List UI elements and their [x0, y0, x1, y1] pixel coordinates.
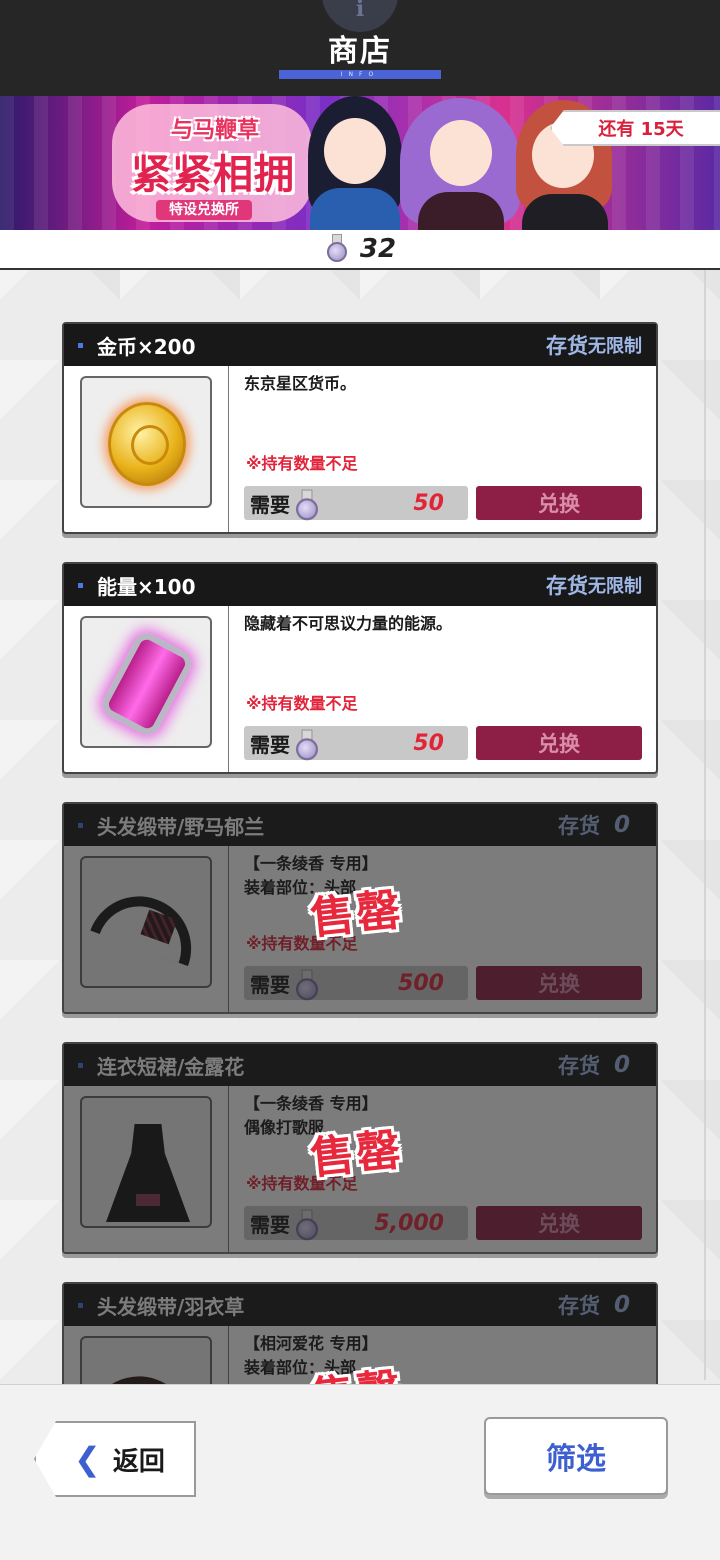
title-subtitle: INFO [340, 71, 380, 78]
item-header: 金币×200 存货 无限制 [64, 324, 656, 366]
item-name: 连衣短裙/金露花 [97, 1054, 245, 1079]
insufficient-warning: ※持有数量不足 [246, 454, 358, 473]
item-thumbnail[interactable] [80, 616, 212, 748]
item-name: 能量×100 [97, 574, 196, 599]
currency-count: 32 [359, 234, 397, 264]
title-underline: INFO [279, 70, 441, 79]
stock-label: 存货 [546, 334, 588, 358]
stock-label: 存货 [557, 1294, 600, 1318]
sold-out-stamp: 售罄 [308, 884, 405, 945]
medal-icon [293, 489, 322, 523]
stock-label: 存货 [557, 814, 600, 838]
stock-value: 无限制 [588, 576, 642, 597]
price-box: 需要 500 [244, 966, 468, 1003]
need-label: 需要 [250, 492, 290, 517]
item-description: 【一条绫香 专用】 偶像打歌服 [244, 1094, 378, 1137]
medal-icon [324, 234, 350, 264]
event-logo-line1: 与马鞭草 [170, 118, 259, 143]
shop-item-list[interactable]: 金币×200 存货 无限制 东京星区货币。 ※持有数量不足 需要 50 兑换 能… [0, 270, 720, 1384]
info-icon: i [355, 0, 365, 22]
stock-label: 存货 [557, 1054, 600, 1078]
item-thumbnail[interactable] [80, 1336, 212, 1384]
item-header: 连衣短裙/金露花 存货 0 [64, 1044, 656, 1086]
item-header: 头发缎带/野马郁兰 存货 0 [64, 804, 656, 846]
insufficient-warning: ※持有数量不足 [246, 694, 358, 713]
stock-value: 0 [613, 1052, 630, 1078]
filter-button[interactable]: 筛选 [484, 1417, 668, 1495]
price-box: 需要 5,000 [244, 1206, 468, 1243]
item-price: 5,000 [374, 1210, 444, 1236]
back-label: 返回 [112, 1446, 165, 1477]
medal-icon [293, 729, 322, 763]
price-box: 需要 50 [244, 486, 468, 523]
exchange-button[interactable]: 兑换 [476, 726, 642, 760]
shop-item-card: 能量×100 存货 无限制 隐藏着不可思议力量的能源。 ※持有数量不足 需要 5… [62, 562, 658, 774]
shop-item-card: 金币×200 存货 无限制 东京星区货币。 ※持有数量不足 需要 50 兑换 [62, 322, 658, 534]
item-thumbnail[interactable] [80, 1096, 212, 1228]
character-art-1 [300, 96, 410, 230]
event-logo-title: 紧紧相拥 [131, 152, 295, 198]
item-thumbnail[interactable] [80, 376, 212, 508]
medal-icon [293, 969, 322, 1003]
energy-canister-icon [98, 628, 196, 740]
item-thumbnail[interactable] [80, 856, 212, 988]
item-description: 东京星区货币。 [244, 374, 357, 393]
item-name: 头发缎带/羽衣草 [97, 1294, 245, 1319]
bottom-bar: ❮ 返回 筛选 [0, 1384, 720, 1560]
exchange-button: 兑换 [476, 1206, 642, 1240]
back-button[interactable]: ❮ 返回 [34, 1421, 196, 1497]
need-label: 需要 [250, 1212, 290, 1237]
filter-label: 筛选 [546, 1442, 606, 1477]
stock-value: 无限制 [588, 336, 642, 357]
item-price: 50 [413, 730, 444, 756]
stock-label: 存货 [546, 574, 588, 598]
item-price: 500 [398, 970, 444, 996]
item-name: 头发缎带/野马郁兰 [97, 814, 265, 839]
hair-ribbon-icon [90, 1361, 206, 1384]
item-description: 【相河爱花 专用】 装着部位：头部 [244, 1334, 378, 1377]
character-art-2 [400, 96, 520, 230]
days-remaining-text: 还有 15天 [598, 119, 684, 140]
item-description: 【一条绫香 专用】 装着部位：头部 [244, 854, 378, 897]
shop-item-card: 头发缎带/羽衣草 存货 0 【相河爱花 专用】 装着部位：头部 售罄 [62, 1282, 658, 1384]
event-banner[interactable]: 与马鞭草 紧紧相拥 特设兑换所 还有 15天 [0, 96, 720, 230]
event-logo-subtitle: 特设兑换所 [156, 200, 252, 220]
need-label: 需要 [250, 972, 290, 997]
exchange-button: 兑换 [476, 966, 642, 1000]
dress-icon [106, 1124, 190, 1222]
shop-item-card: 连衣短裙/金露花 存货 0 【一条绫香 专用】 偶像打歌服 ※持有数量不足 需要… [62, 1042, 658, 1254]
stock-value: 0 [613, 1292, 630, 1318]
sold-out-stamp: 售罄 [308, 1124, 405, 1185]
item-header: 头发缎带/羽衣草 存货 0 [64, 1284, 656, 1326]
item-header: 能量×100 存货 无限制 [64, 564, 656, 606]
top-bar: i 商店 INFO [0, 0, 720, 96]
stock-value: 0 [613, 812, 630, 838]
shop-item-card: 头发缎带/野马郁兰 存货 0 【一条绫香 专用】 装着部位：头部 ※持有数量不足… [62, 802, 658, 1014]
currency-display: 32 [0, 230, 720, 270]
need-label: 需要 [250, 732, 290, 757]
days-remaining-badge: 还有 15天 [550, 110, 720, 146]
price-box: 需要 50 [244, 726, 468, 763]
exchange-button[interactable]: 兑换 [476, 486, 642, 520]
item-name: 金币×200 [97, 334, 196, 359]
gold-coin-icon [108, 402, 186, 486]
chevron-left-icon: ❮ [74, 1440, 101, 1478]
medal-icon [293, 1209, 322, 1243]
item-description: 隐藏着不可思议力量的能源。 [244, 614, 453, 633]
page-title: 商店 [328, 34, 392, 69]
item-price: 50 [413, 490, 444, 516]
